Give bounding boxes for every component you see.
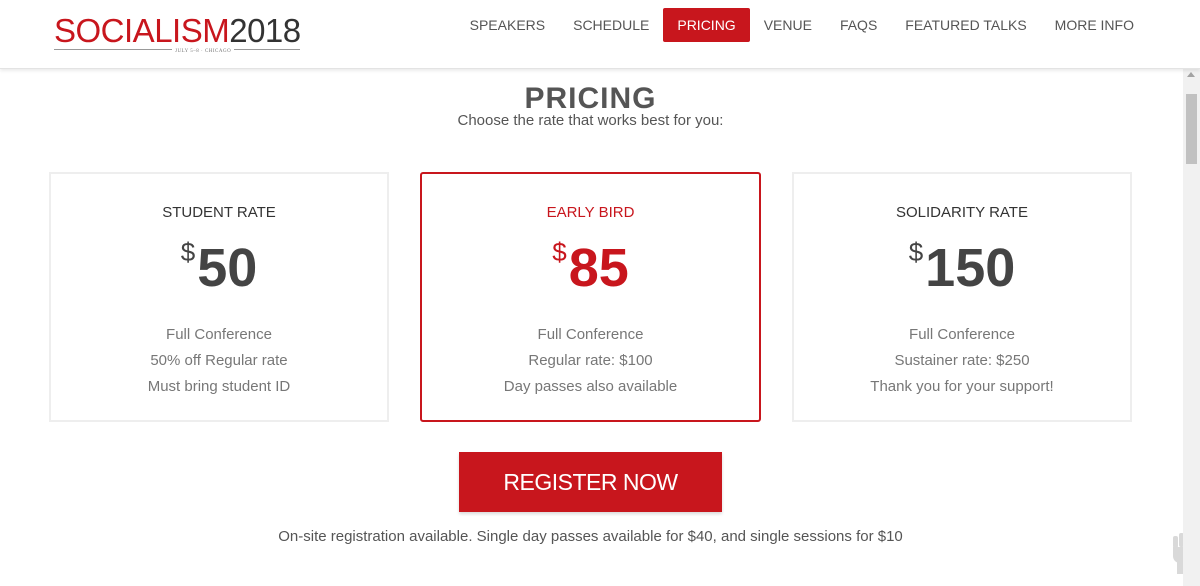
currency-symbol: $ <box>552 237 567 267</box>
scroll-up-arrow-icon[interactable] <box>1187 72 1195 77</box>
price-amount: 50 <box>197 238 258 298</box>
price-amount: 85 <box>568 238 629 298</box>
plan-price: $85 <box>422 236 759 300</box>
pricing-card-early-bird: EARLY BIRD $85 Full Conference Regular r… <box>420 172 761 422</box>
scrollbar-thumb[interactable] <box>1186 94 1197 164</box>
plan-features: Full Conference Regular rate: $100 Day p… <box>422 322 759 400</box>
pricing-card-solidarity: SOLIDARITY RATE $150 Full Conference Sus… <box>792 172 1132 422</box>
plan-feature: Day passes also available <box>503 378 678 395</box>
plan-name: STUDENT RATE <box>162 204 276 221</box>
nav-faqs[interactable]: FAQS <box>826 8 891 42</box>
plan-feature: Full Conference <box>537 326 644 343</box>
plan-price: $50 <box>51 236 387 300</box>
plan-features: Full Conference 50% off Regular rate Mus… <box>51 322 387 400</box>
plan-feature: Thank you for your support! <box>870 378 1054 395</box>
nav-speakers[interactable]: SPEAKERS <box>456 8 559 42</box>
pricing-subtitle: Choose the rate that works best for you: <box>457 112 724 129</box>
nav-schedule[interactable]: SCHEDULE <box>559 8 663 42</box>
main-nav: SPEAKERS SCHEDULE PRICING VENUE FAQS FEA… <box>456 8 1148 42</box>
nav-pricing[interactable]: PRICING <box>663 8 750 42</box>
nav-more-info[interactable]: MORE INFO <box>1041 8 1148 42</box>
plan-feature: Must bring student ID <box>147 378 291 395</box>
currency-symbol: $ <box>180 237 196 267</box>
plan-name: SOLIDARITY RATE <box>896 204 1028 221</box>
pricing-card-student: STUDENT RATE $50 Full Conference 50% off… <box>49 172 389 422</box>
register-now-button[interactable]: REGISTER NOW <box>459 452 722 512</box>
site-header: SOCIALISM2018 JULY 5–8 · CHICAGO SPEAKER… <box>0 0 1200 69</box>
nav-featured-talks[interactable]: FEATURED TALKS <box>891 8 1040 42</box>
plan-price: $150 <box>794 236 1130 300</box>
socialism-2018-logo[interactable]: SOCIALISM2018 JULY 5–8 · CHICAGO <box>54 11 301 55</box>
logo-tagline: JULY 5–8 · CHICAGO <box>172 49 235 55</box>
plan-features: Full Conference Sustainer rate: $250 Tha… <box>794 322 1130 400</box>
nav-venue[interactable]: VENUE <box>750 8 826 42</box>
plan-name: EARLY BIRD <box>546 204 635 221</box>
plan-feature: Full Conference <box>909 326 1015 343</box>
plan-feature: Sustainer rate: $250 <box>894 352 1030 369</box>
logo-word-year: 2018 <box>229 12 301 49</box>
price-amount: 150 <box>925 238 1016 298</box>
registration-note: On-site registration available. Single d… <box>278 528 903 545</box>
page-scrollbar[interactable] <box>1183 42 1200 586</box>
plan-feature: Regular rate: $100 <box>528 352 653 369</box>
currency-symbol: $ <box>908 237 924 267</box>
logo-word-socialism: SOCIALISM <box>54 12 230 49</box>
plan-feature: 50% off Regular rate <box>150 352 288 369</box>
plan-feature: Full Conference <box>166 326 272 343</box>
